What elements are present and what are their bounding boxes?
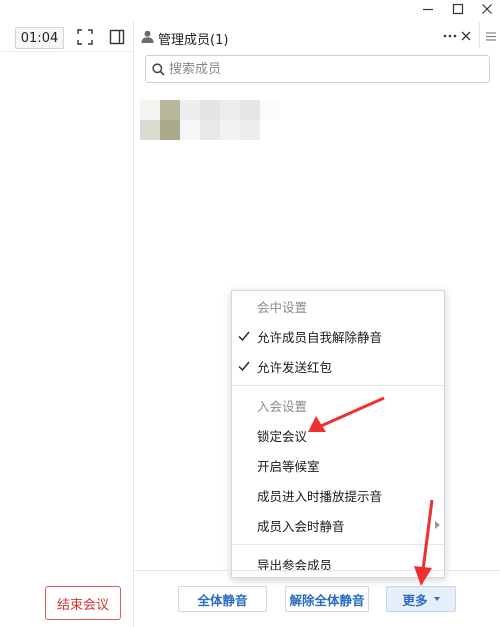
blurred-avatar-block [240, 120, 260, 140]
blurred-avatar-block [260, 100, 280, 120]
blurred-avatar-block [180, 100, 200, 120]
menu-divider [232, 385, 444, 386]
header-divider [0, 51, 134, 52]
checkmark-icon [238, 331, 250, 342]
member-search-box[interactable] [145, 55, 490, 83]
more-options-menu: 会中设置 允许成员自我解除静音 允许发送红包 入会设置 锁定会议 开启等候室 成… [231, 290, 445, 578]
blurred-avatar-block [160, 120, 180, 140]
minimize-icon [423, 8, 433, 11]
left-panel-divider [133, 22, 134, 627]
menu-section-join: 入会设置 [257, 398, 308, 414]
end-meeting-button[interactable]: 结束会议 [45, 586, 121, 620]
more-button-label: 更多 [402, 592, 428, 608]
menu-item-join-sound[interactable]: 成员进入时播放提示音 [232, 480, 444, 510]
blurred-avatar-block [220, 100, 240, 120]
blurred-avatar-block [220, 120, 240, 140]
blurred-avatar-block [240, 100, 260, 120]
right-edge-divider [479, 22, 480, 47]
window-close-button[interactable] [470, 0, 500, 18]
minimize-button[interactable] [411, 0, 445, 18]
side-menu-button[interactable] [481, 26, 500, 46]
blurred-avatar-block [160, 100, 180, 120]
blurred-avatar-block [140, 120, 160, 140]
more-dots-icon [443, 34, 457, 38]
blurred-avatar-block [260, 120, 280, 140]
menu-section-in-meeting: 会中设置 [257, 299, 308, 315]
footer-divider [134, 570, 500, 571]
fullscreen-button[interactable] [75, 27, 95, 47]
menu-item-lock-meeting[interactable]: 锁定会议 [232, 420, 444, 450]
more-options-button[interactable] [442, 29, 458, 43]
menu-item-export-members[interactable]: 导出参会成员 [232, 549, 444, 579]
search-input[interactable] [169, 61, 469, 77]
panel-close-button[interactable] [459, 29, 473, 43]
maximize-icon [452, 3, 464, 15]
close-icon [461, 31, 471, 41]
meeting-timer: 01:04 [15, 27, 64, 49]
search-icon [152, 62, 165, 76]
menu-item-allow-red-packet[interactable]: 允许发送红包 [232, 351, 444, 381]
member-list-item[interactable] [140, 100, 280, 140]
hamburger-menu-icon [485, 31, 496, 41]
fullscreen-icon [77, 29, 93, 45]
menu-item-waiting-room[interactable]: 开启等候室 [232, 450, 444, 480]
menu-item-mute-on-join[interactable]: 成员入会时静音 [232, 510, 444, 540]
blurred-avatar-block [200, 100, 220, 120]
submenu-arrow-icon [435, 521, 440, 529]
blurred-avatar-block [140, 100, 160, 120]
panel-title: 管理成员(1) [158, 33, 229, 48]
close-icon [482, 4, 492, 14]
dropdown-caret-icon [433, 597, 440, 601]
menu-divider [232, 544, 444, 545]
unmute-all-button[interactable]: 解除全体静音 [285, 586, 369, 612]
blurred-avatar-block [180, 120, 200, 140]
person-icon [140, 29, 154, 43]
layout-toggle-button[interactable] [107, 27, 127, 47]
menu-item-allow-self-unmute[interactable]: 允许成员自我解除静音 [232, 321, 444, 351]
mute-all-button[interactable]: 全体静音 [178, 586, 267, 612]
blurred-avatar-block [200, 120, 220, 140]
checkmark-icon [238, 361, 250, 372]
more-button[interactable]: 更多 [386, 586, 456, 612]
sidebar-layout-icon [109, 29, 125, 45]
